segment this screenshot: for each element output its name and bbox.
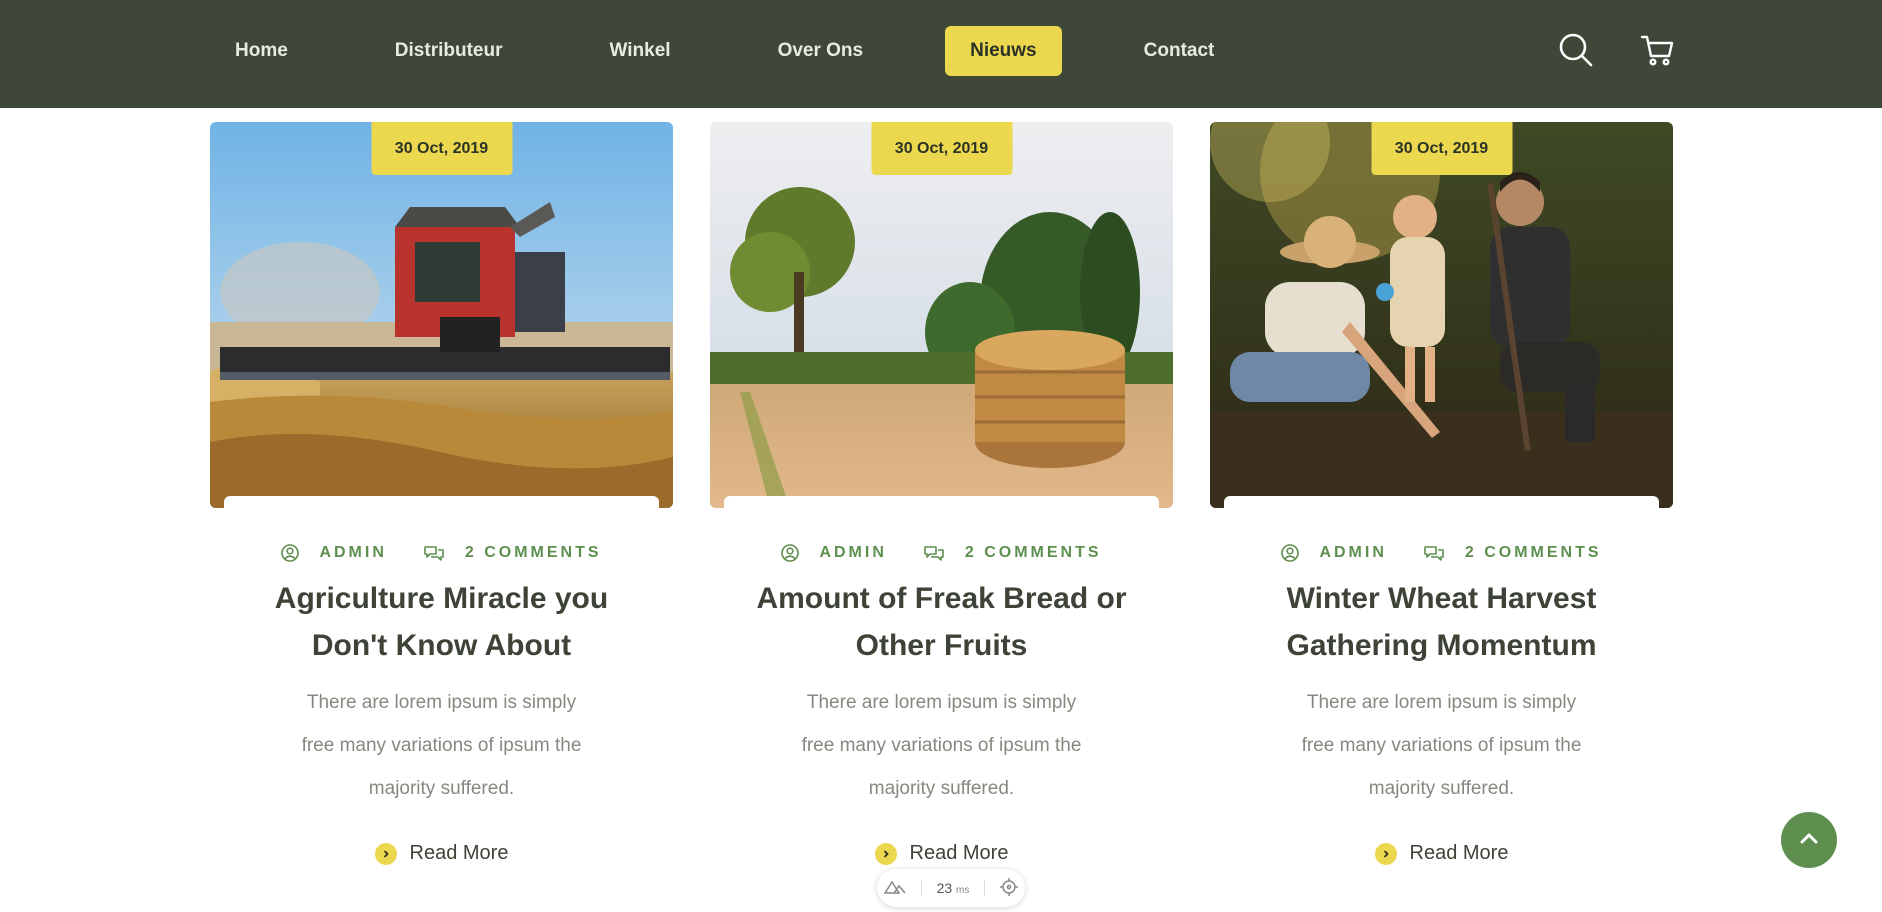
news-card-image-harvester[interactable]: 30 Oct, 2019: [210, 122, 673, 508]
post-title[interactable]: Amount of Freak Bread or Other Fruits: [710, 575, 1173, 669]
date-badge: 30 Oct, 2019: [1371, 122, 1512, 175]
user-circle-icon: [1281, 544, 1300, 562]
image-footer-strip: [724, 496, 1159, 508]
date-badge: 30 Oct, 2019: [871, 122, 1012, 175]
comments-meta[interactable]: 2 COMMENTS: [923, 544, 1102, 562]
search-icon[interactable]: [1556, 30, 1596, 70]
post-excerpt: There are lorem ipsum is simply free man…: [301, 692, 582, 799]
chevron-right-icon: [874, 842, 897, 865]
logo-icon: [883, 880, 906, 897]
scroll-to-top-button[interactable]: [1781, 812, 1837, 868]
user-circle-icon: [781, 544, 800, 562]
comments-count: 2 COMMENTS: [1464, 544, 1602, 561]
top-navigation-bar: Home Distributeur Winkel Over Ons Nieuws…: [0, 0, 1882, 108]
comments-meta[interactable]: 2 COMMENTS: [423, 544, 602, 562]
author-name: ADMIN: [319, 544, 387, 561]
post-excerpt: There are lorem ipsum is simply free man…: [1301, 692, 1582, 799]
read-more-label: Read More: [409, 842, 509, 864]
comments-count: 2 COMMENTS: [464, 544, 602, 561]
nav-item-over-ons[interactable]: Over Ons: [753, 26, 889, 76]
divider: [984, 880, 985, 896]
post-meta: ADMIN 2 COMMENTS: [1210, 541, 1673, 565]
comments-count: 2 COMMENTS: [964, 544, 1102, 561]
post-meta: ADMIN 2 COMMENTS: [210, 541, 673, 565]
image-footer-strip: [1224, 496, 1659, 508]
crosshair-icon[interactable]: [999, 877, 1018, 899]
image-footer-strip: [224, 496, 659, 508]
author-meta[interactable]: ADMIN: [781, 544, 886, 562]
nav-item-home[interactable]: Home: [210, 26, 313, 76]
main-nav: Home Distributeur Winkel Over Ons Nieuws…: [210, 26, 1239, 76]
nav-item-winkel[interactable]: Winkel: [584, 26, 695, 76]
performance-widget[interactable]: 23 ms: [877, 869, 1025, 907]
read-more-link[interactable]: Read More: [1374, 842, 1509, 865]
read-more-label: Read More: [1409, 842, 1509, 864]
author-name: ADMIN: [1319, 544, 1387, 561]
news-card: 30 Oct, 2019 ADMIN 2 COMMENTS Amount of …: [710, 122, 1173, 865]
nav-item-distributeur[interactable]: Distributeur: [370, 26, 528, 76]
perf-value: 23 ms: [936, 880, 970, 896]
comments-icon: [423, 544, 445, 562]
divider: [920, 880, 922, 896]
read-more-link[interactable]: Read More: [374, 842, 509, 865]
news-card: 30 Oct, 2019 ADMIN 2 COMMENTS Agricultur…: [210, 122, 673, 865]
nav-item-nieuws[interactable]: Nieuws: [945, 26, 1062, 76]
comments-meta[interactable]: 2 COMMENTS: [1423, 544, 1602, 562]
cart-icon[interactable]: [1637, 30, 1677, 70]
post-excerpt: There are lorem ipsum is simply free man…: [801, 692, 1082, 799]
chevron-right-icon: [1374, 842, 1397, 865]
post-meta: ADMIN 2 COMMENTS: [710, 541, 1173, 565]
user-circle-icon: [281, 544, 300, 562]
date-badge: 30 Oct, 2019: [371, 122, 512, 175]
author-name: ADMIN: [819, 544, 887, 561]
news-card-image-hay-bale[interactable]: 30 Oct, 2019: [710, 122, 1173, 508]
author-meta[interactable]: ADMIN: [1281, 544, 1386, 562]
comments-icon: [923, 544, 945, 562]
news-card: 30 Oct, 2019 ADMIN 2 COMMENTS Winter Whe…: [1210, 122, 1673, 865]
post-title[interactable]: Winter Wheat Harvest Gathering Momentum: [1210, 575, 1673, 669]
author-meta[interactable]: ADMIN: [281, 544, 386, 562]
news-card-image-family-planting[interactable]: 30 Oct, 2019: [1210, 122, 1673, 508]
chevron-up-icon: [1800, 831, 1818, 849]
comments-icon: [1423, 544, 1445, 562]
read-more-label: Read More: [909, 842, 1009, 864]
read-more-link[interactable]: Read More: [874, 842, 1009, 865]
nav-item-contact[interactable]: Contact: [1119, 26, 1240, 76]
chevron-right-icon: [374, 842, 397, 865]
post-title[interactable]: Agriculture Miracle you Don't Know About: [210, 575, 673, 669]
